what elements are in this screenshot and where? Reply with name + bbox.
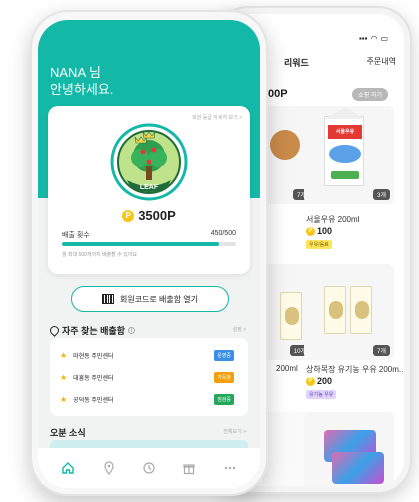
leaf-grade-icon: LEAF [110,123,188,201]
open-bin-with-code-button[interactable]: 회원코드로 배출함 열기 [71,286,229,312]
product-tag: 유기농 우유 [306,390,337,399]
barcode-icon [101,294,114,304]
favorite-bins-title: 자주 찾는 배출함 i [48,324,135,337]
stock-badge: 3개 [373,189,390,200]
progress-fill [62,242,219,246]
greeting-name: NANA 님 [50,65,101,80]
news-view-all-link[interactable]: 전체보기 > [223,428,246,435]
location-icon[interactable] [98,457,120,479]
product-image [270,130,300,160]
product-card[interactable] [304,412,394,486]
greeting-hello: 안녕하세요. [50,82,114,97]
gift-icon[interactable] [178,457,200,479]
points-value: 3500P [138,208,176,223]
back-points-header: 00P [268,88,288,100]
bottom-nav [38,448,260,488]
membership-card: 회원 등급 자세히 보기 > LEAF P 3500P 배출 횟수 450/50… [48,106,250,274]
center-name: 대흥동 주민센터 [73,375,114,382]
points-display: P 3500P [48,208,250,223]
list-item[interactable]: ★ 마현동 주민센터 운영중 [60,346,238,364]
product-name: 200ml [276,364,298,373]
product-image [350,286,372,334]
product-card[interactable]: 서울우유 3개 [304,106,394,204]
point-coin-icon: P [306,376,315,386]
shopping-pill[interactable]: 쇼핑 하기 [352,88,388,101]
front-phone: NANA 님 안녕하세요. 회원 등급 자세히 보기 > LEAF P 3500… [30,10,268,496]
favorite-bins-list: ★ 마현동 주민센터 운영중 ★ 대흥동 주민센터 가득참 ★ 공덕동 주민센터… [50,338,248,416]
history-icon[interactable] [138,457,160,479]
list-item[interactable]: ★ 대흥동 주민센터 가득참 [60,368,238,386]
emblem-text: LEAF [140,184,159,191]
product-tag: 우유/음료 [306,240,332,249]
product-card[interactable]: 7개 [304,264,394,360]
news-title: 오분 소식 [50,428,86,438]
point-coin-icon: P [122,209,135,222]
status-badge: 점검중 [214,393,234,405]
star-icon: ★ [60,372,68,382]
stock-badge: 7개 [373,345,390,356]
product-image [324,286,346,334]
membership-detail-link[interactable]: 회원 등급 자세히 보기 > [192,114,242,121]
progress-note: 월 최대 500개까지 배출할 수 있어요 [62,252,138,258]
star-icon: ★ [60,394,68,404]
product-price: P 200 [306,376,332,386]
point-coin-icon: P [306,226,315,236]
center-name: 공덕동 주민센터 [73,397,114,404]
status-badge: 가득참 [214,371,234,383]
product-image [280,292,302,340]
discharge-count-value: 450/500 [210,230,236,237]
open-bin-label: 회원코드로 배출함 열기 [119,294,199,304]
info-icon[interactable]: i [127,327,135,334]
star-icon: ★ [60,350,68,360]
product-image [332,452,384,484]
status-badge: 운영중 [214,349,234,361]
list-item[interactable]: ★ 공덕동 주민센터 점검중 [60,390,238,408]
tab-order-history[interactable]: 주문내역 [367,56,396,78]
product-price: P 100 [306,226,332,236]
discharge-count-label: 배출 횟수 [62,232,90,239]
center-name: 마현동 주민센터 [73,353,114,360]
discharge-progress-bar [62,242,236,246]
greeting: NANA 님 안녕하세요. [50,64,113,98]
product-name: 상하목장 유기농 우유 200m... [306,365,404,374]
tab-reward[interactable]: 리워드 [284,56,309,78]
product-name: 서울우유 200ml [306,215,360,224]
favorite-bins-settings-link[interactable]: 설정 > [232,326,246,333]
more-icon[interactable] [219,457,241,479]
location-pin-icon [48,324,61,337]
home-icon[interactable] [57,457,79,479]
front-screen: NANA 님 안녕하세요. 회원 등급 자세히 보기 > LEAF P 3500… [38,20,260,488]
product-image: 서울우유 [324,107,365,186]
status-bar: ▪▪▪ ◠ ▭ [358,34,388,43]
